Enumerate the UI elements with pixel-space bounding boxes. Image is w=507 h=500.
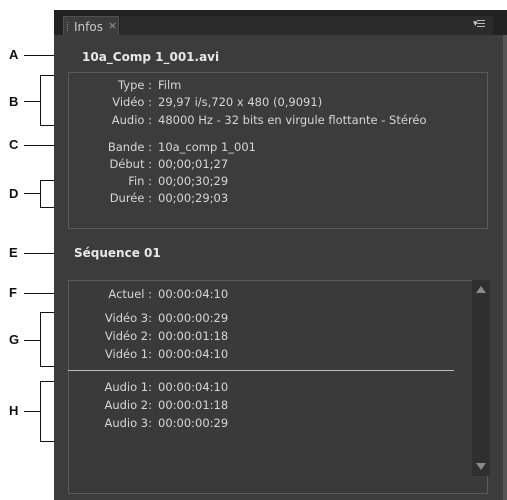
- info-panel: Infos × ▾ 10a_Comp 1_001.avi Type : Film…: [54, 10, 507, 500]
- sequence-scrollbar[interactable]: [472, 280, 490, 476]
- audio-track-label: Audio 1:: [104, 380, 152, 394]
- start-value: 00;00;01;27: [158, 157, 229, 171]
- panel-tab-bar: Infos × ▾: [54, 10, 507, 35]
- callout-b-bracket: [40, 75, 41, 125]
- callout-g-bracket: [40, 312, 41, 366]
- callout-b-line: [24, 101, 40, 102]
- video-audio-divider: [68, 370, 454, 371]
- callout-d-line: [24, 193, 40, 194]
- tab-infos[interactable]: Infos ×: [63, 16, 119, 35]
- audio-track-label: Audio 2:: [104, 398, 152, 412]
- tab-label: Infos: [74, 20, 103, 34]
- scroll-down-arrow-icon[interactable]: [476, 463, 486, 470]
- tab-close-icon[interactable]: ×: [108, 19, 117, 32]
- current-value: 00:00:04:10: [158, 287, 229, 301]
- callout-e: E: [9, 245, 18, 260]
- scroll-up-arrow-icon[interactable]: [476, 286, 486, 293]
- callout-c: C: [9, 137, 19, 152]
- callout-g: G: [9, 332, 20, 347]
- scrollbar-track[interactable]: [472, 280, 490, 476]
- video-track-value: 00:00:04:10: [158, 347, 229, 361]
- duration-label: Durée :: [109, 191, 152, 205]
- type-label: Type :: [118, 78, 152, 92]
- end-value: 00;00;30;29: [158, 174, 229, 188]
- audio-track-value: 00:00:04:10: [158, 380, 229, 394]
- video-label: Vidéo :: [112, 95, 152, 109]
- current-label: Actuel :: [108, 287, 152, 301]
- panel-menu-icon[interactable]: ▾: [473, 20, 485, 30]
- sequence-title: Séquence 01: [74, 246, 161, 260]
- video-track-label: Vidéo 2:: [104, 329, 152, 343]
- video-track-value: 00:00:01:18: [158, 329, 229, 343]
- tab-grip-icon[interactable]: [67, 22, 71, 31]
- callout-f: F: [9, 285, 17, 300]
- clip-title: 10a_Comp 1_001.avi: [82, 50, 220, 64]
- callout-h: H: [9, 403, 19, 418]
- callout-a: A: [9, 47, 19, 62]
- start-label: Début :: [109, 157, 152, 171]
- video-track-label: Vidéo 3:: [104, 311, 152, 325]
- callout-d-bracket: [40, 180, 41, 207]
- audio-track-label: Audio 3:: [104, 416, 152, 430]
- audio-track-value: 00:00:00:29: [158, 416, 229, 430]
- video-value: 29,97 i/s,720 x 480 (0,9091): [158, 95, 323, 109]
- callout-h-line: [24, 411, 40, 412]
- tab-bar-empty: [120, 16, 493, 35]
- video-track-label: Vidéo 1:: [104, 347, 152, 361]
- callout-g-line: [24, 340, 40, 341]
- menu-lines-icon: [477, 20, 485, 29]
- tape-value: 10a_comp 1_001: [158, 140, 256, 154]
- callout-d: D: [9, 186, 19, 201]
- tape-label: Bande :: [107, 140, 152, 154]
- callout-h-bracket: [40, 381, 41, 441]
- video-track-value: 00:00:00:29: [158, 311, 229, 325]
- callout-b: B: [9, 94, 19, 109]
- audio-value: 48000 Hz - 32 bits en virgule flottante …: [158, 113, 427, 127]
- audio-label: Audio :: [111, 113, 152, 127]
- audio-track-value: 00:00:01:18: [158, 398, 229, 412]
- duration-value: 00;00;29;03: [158, 191, 229, 205]
- panel-right-edge: [503, 10, 507, 500]
- end-label: Fin :: [128, 174, 152, 188]
- type-value: Film: [158, 78, 182, 92]
